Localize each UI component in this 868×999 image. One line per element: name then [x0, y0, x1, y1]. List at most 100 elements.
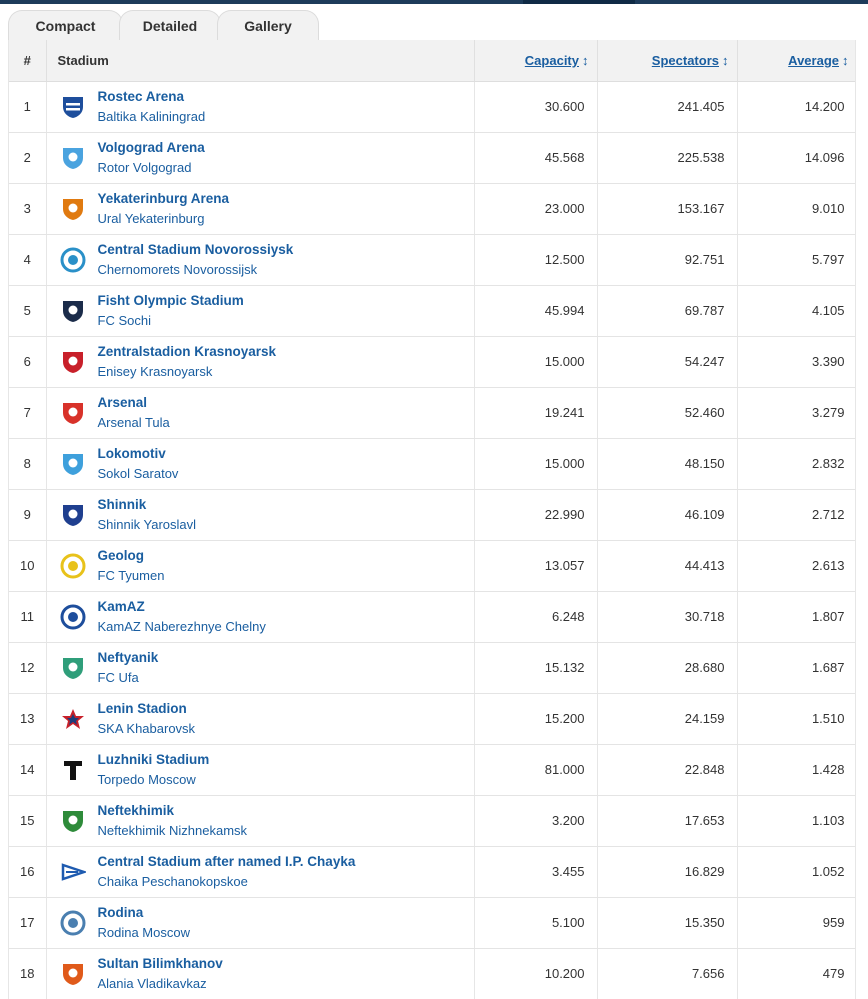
stadium-name-link[interactable]: Central Stadium after named I.P. Chayka: [98, 852, 356, 872]
stadium-name-link[interactable]: Fisht Olympic Stadium: [98, 291, 244, 311]
sort-average-link[interactable]: Average: [788, 53, 839, 68]
club-name-link[interactable]: Chaika Peschanokopskoe: [98, 872, 356, 892]
stadium-name-link[interactable]: Neftyanik: [98, 648, 159, 668]
club-name-link[interactable]: Rodina Moscow: [98, 923, 191, 943]
view-tabs: Compact Detailed Gallery: [8, 9, 868, 41]
sort-arrows-icon[interactable]: ↕: [842, 53, 849, 68]
stadium-name-link[interactable]: Luzhniki Stadium: [98, 750, 210, 770]
sort-capacity-link[interactable]: Capacity: [525, 53, 579, 68]
capacity-cell: 23.000: [474, 183, 598, 235]
table-row: 11 KamAZ KamAZ Naberezhnye Chelny 6.248 30.7…: [9, 591, 855, 643]
table-row: 16 Central Stadium after named I.P. Chayk…: [9, 846, 855, 898]
club-logo-icon[interactable]: [60, 553, 86, 579]
spectators-cell: 153.167: [597, 183, 738, 235]
club-name-link[interactable]: Enisey Krasnoyarsk: [98, 362, 277, 382]
average-cell: 2.832: [737, 438, 855, 490]
tab-compact[interactable]: Compact: [8, 10, 123, 41]
club-logo-icon[interactable]: [60, 910, 86, 936]
club-name-link[interactable]: FC Ufa: [98, 668, 159, 688]
stadium-name-link[interactable]: Rodina: [98, 903, 191, 923]
sort-arrows-icon[interactable]: ↕: [722, 53, 729, 68]
top-bar: [0, 0, 868, 4]
club-name-link[interactable]: SKA Khabarovsk: [98, 719, 196, 739]
club-name-link[interactable]: Alania Vladikavkaz: [98, 974, 223, 994]
capacity-cell: 22.990: [474, 489, 598, 541]
club-name-link[interactable]: Arsenal Tula: [98, 413, 170, 433]
club-name-link[interactable]: Baltika Kaliningrad: [98, 107, 206, 127]
club-logo-icon[interactable]: [60, 298, 86, 324]
stadium-name-link[interactable]: Sultan Bilimkhanov: [98, 954, 223, 974]
club-name-link[interactable]: FC Sochi: [98, 311, 244, 331]
rank-cell: 4: [9, 234, 47, 286]
club-name-link[interactable]: Rotor Volgograd: [98, 158, 205, 178]
rank-cell: 18: [9, 948, 47, 999]
club-logo-icon[interactable]: [60, 349, 86, 375]
stadium-name-link[interactable]: Shinnik: [98, 495, 197, 515]
stadium-name-link[interactable]: Rostec Arena: [98, 87, 206, 107]
club-logo-icon[interactable]: [60, 502, 86, 528]
stadium-cell: Fisht Olympic Stadium FC Sochi: [46, 285, 475, 337]
spectators-cell: 54.247: [597, 336, 738, 388]
club-logo-icon[interactable]: [60, 706, 86, 732]
club-name-link[interactable]: Shinnik Yaroslavl: [98, 515, 197, 535]
average-cell: 1.103: [737, 795, 855, 847]
club-logo-icon[interactable]: [60, 94, 86, 120]
club-name-link[interactable]: Sokol Saratov: [98, 464, 179, 484]
rank-cell: 2: [9, 132, 47, 184]
club-logo-icon[interactable]: [60, 400, 86, 426]
club-name-link[interactable]: Ural Yekaterinburg: [98, 209, 230, 229]
club-logo-icon[interactable]: [60, 808, 86, 834]
stadium-name-link[interactable]: Neftekhimik: [98, 801, 248, 821]
stadium-name-link[interactable]: Zentralstadion Krasnoyarsk: [98, 342, 277, 362]
stadium-cell: Arsenal Arsenal Tula: [46, 387, 475, 439]
club-name-link[interactable]: Neftekhimik Nizhnekamsk: [98, 821, 248, 841]
capacity-cell: 15.000: [474, 438, 598, 490]
club-logo-icon[interactable]: [60, 757, 86, 783]
rank-cell: 15: [9, 795, 47, 847]
stadium-name-link[interactable]: Lokomotiv: [98, 444, 179, 464]
average-cell: 14.200: [737, 81, 855, 133]
capacity-cell: 15.000: [474, 336, 598, 388]
sort-arrows-icon[interactable]: ↕: [582, 53, 589, 68]
table-row: 1 Rostec Arena Baltika Kaliningrad 30.600 24…: [9, 81, 855, 133]
header-stadium: Stadium: [46, 40, 475, 82]
club-logo-icon[interactable]: [60, 196, 86, 222]
stadium-name-link[interactable]: Volgograd Arena: [98, 138, 205, 158]
club-logo-icon[interactable]: [60, 247, 86, 273]
spectators-cell: 46.109: [597, 489, 738, 541]
club-logo-icon[interactable]: [60, 604, 86, 630]
spectators-cell: 225.538: [597, 132, 738, 184]
stadium-cell: Sultan Bilimkhanov Alania Vladikavkaz: [46, 948, 475, 999]
tab-detailed[interactable]: Detailed: [119, 10, 221, 41]
table-row: 14 Luzhniki Stadium Torpedo Moscow 81.000 22…: [9, 744, 855, 796]
tab-gallery[interactable]: Gallery: [217, 10, 319, 41]
table-row: 4 Central Stadium Novorossiysk Chernomoret…: [9, 234, 855, 286]
stadium-name-link[interactable]: KamAZ: [98, 597, 266, 617]
club-logo-icon[interactable]: [60, 451, 86, 477]
club-logo-icon[interactable]: [60, 859, 88, 885]
stadium-name-link[interactable]: Geolog: [98, 546, 165, 566]
club-name-link[interactable]: KamAZ Naberezhnye Chelny: [98, 617, 266, 637]
stadium-name-link[interactable]: Central Stadium Novorossiysk: [98, 240, 294, 260]
club-logo-icon[interactable]: [60, 655, 86, 681]
average-cell: 3.390: [737, 336, 855, 388]
rank-cell: 12: [9, 642, 47, 694]
spectators-cell: 92.751: [597, 234, 738, 286]
capacity-cell: 15.132: [474, 642, 598, 694]
club-name-link[interactable]: FC Tyumen: [98, 566, 165, 586]
stadium-name-link[interactable]: Yekaterinburg Arena: [98, 189, 230, 209]
club-logo-icon[interactable]: [60, 961, 86, 987]
capacity-cell: 3.200: [474, 795, 598, 847]
stadium-name-link[interactable]: Arsenal: [98, 393, 170, 413]
stadium-cell: Yekaterinburg Arena Ural Yekaterinburg: [46, 183, 475, 235]
stadium-table-container: # Stadium Capacity ↕ Spectators ↕ Average ↕…: [8, 40, 856, 999]
club-name-link[interactable]: Torpedo Moscow: [98, 770, 210, 790]
spectators-cell: 44.413: [597, 540, 738, 592]
spectators-cell: 30.718: [597, 591, 738, 643]
sort-spectators-link[interactable]: Spectators: [652, 53, 719, 68]
table-header-row: # Stadium Capacity ↕ Spectators ↕ Average ↕: [9, 40, 855, 82]
club-logo-icon[interactable]: [60, 145, 86, 171]
stadium-table: # Stadium Capacity ↕ Spectators ↕ Average ↕…: [9, 40, 855, 999]
stadium-name-link[interactable]: Lenin Stadion: [98, 699, 196, 719]
club-name-link[interactable]: Chernomorets Novorossijsk: [98, 260, 294, 280]
